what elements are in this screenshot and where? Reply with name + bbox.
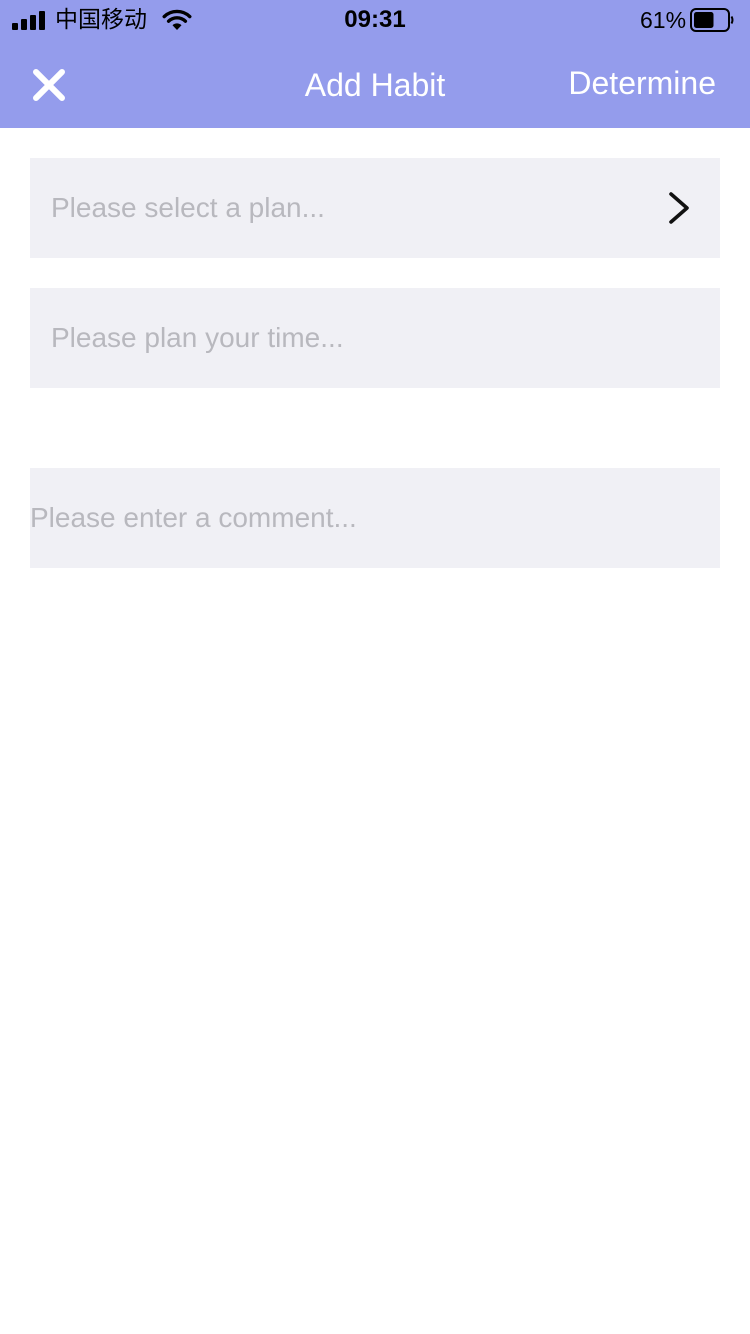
nav-bar: Add Habit Determine <box>0 40 750 128</box>
status-bar: 中国移动 09:31 61% <box>0 0 750 40</box>
battery-percent: 61% <box>640 7 687 33</box>
time-input[interactable] <box>30 288 720 388</box>
time-field[interactable] <box>30 288 720 388</box>
comment-field[interactable] <box>30 468 720 568</box>
header: 中国移动 09:31 61% Add Habit Determine <box>0 0 750 128</box>
determine-button[interactable]: Determine <box>568 64 716 102</box>
status-time: 09:31 <box>344 6 406 33</box>
close-button[interactable] <box>26 62 72 108</box>
comment-input[interactable] <box>30 468 720 568</box>
plan-select-field[interactable] <box>30 158 720 258</box>
plan-select-input[interactable] <box>30 158 720 258</box>
close-icon <box>33 69 65 101</box>
chevron-right-icon <box>669 192 689 224</box>
battery-icon <box>690 8 734 32</box>
